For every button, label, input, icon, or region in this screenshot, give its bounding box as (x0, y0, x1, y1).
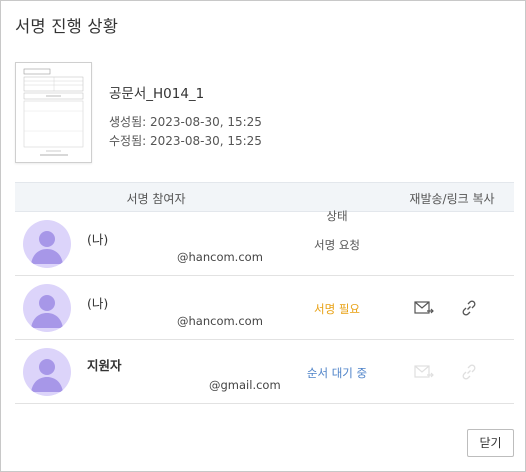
dialog-title: 서명 진행 상황 (15, 17, 119, 36)
document-thumbnail (15, 62, 92, 163)
status-badge: 순서 대기 중 (306, 366, 368, 380)
participant-email: @gmail.com (209, 378, 281, 392)
document-modified-date: 수정됨: 2023-08-30, 15:25 (109, 134, 262, 148)
status-badge: 서명 요청 (314, 238, 360, 252)
participant-name: (나) (87, 232, 109, 247)
document-name: 공문서_H014_1 (109, 86, 205, 102)
table-row: (나) @hancom.com 서명 요청 (15, 212, 514, 276)
close-button[interactable]: 닫기 (467, 429, 514, 457)
user-avatar-icon (23, 348, 71, 396)
table-row: 지원자 @gmail.com 순서 대기 중 (15, 340, 514, 404)
user-avatar-icon (23, 284, 71, 332)
participants-table-header: 서명 참여자 상태 재발송/링크 복사 (15, 182, 514, 223)
participant-name: (나) (87, 296, 109, 311)
column-header-resend: 재발송/링크 복사 (409, 192, 495, 206)
participant-email: @hancom.com (177, 314, 263, 328)
signature-progress-dialog: 서명 진행 상황 공문서_H014_1 생성됨: 2023-08-30, 15:… (0, 0, 526, 472)
column-header-participant: 서명 참여자 (126, 192, 186, 206)
table-row: (나) @hancom.com 서명 필요 (15, 276, 514, 340)
participant-email: @hancom.com (177, 250, 263, 264)
link-icon (458, 361, 480, 383)
document-created-date: 생성됨: 2023-08-30, 15:25 (109, 115, 262, 129)
status-badge: 서명 필요 (314, 302, 360, 316)
participant-name: 지원자 (87, 358, 122, 373)
link-icon[interactable] (458, 297, 480, 319)
mail-send-icon[interactable] (413, 297, 435, 319)
mail-send-icon (413, 361, 435, 383)
user-avatar-icon (23, 220, 71, 268)
